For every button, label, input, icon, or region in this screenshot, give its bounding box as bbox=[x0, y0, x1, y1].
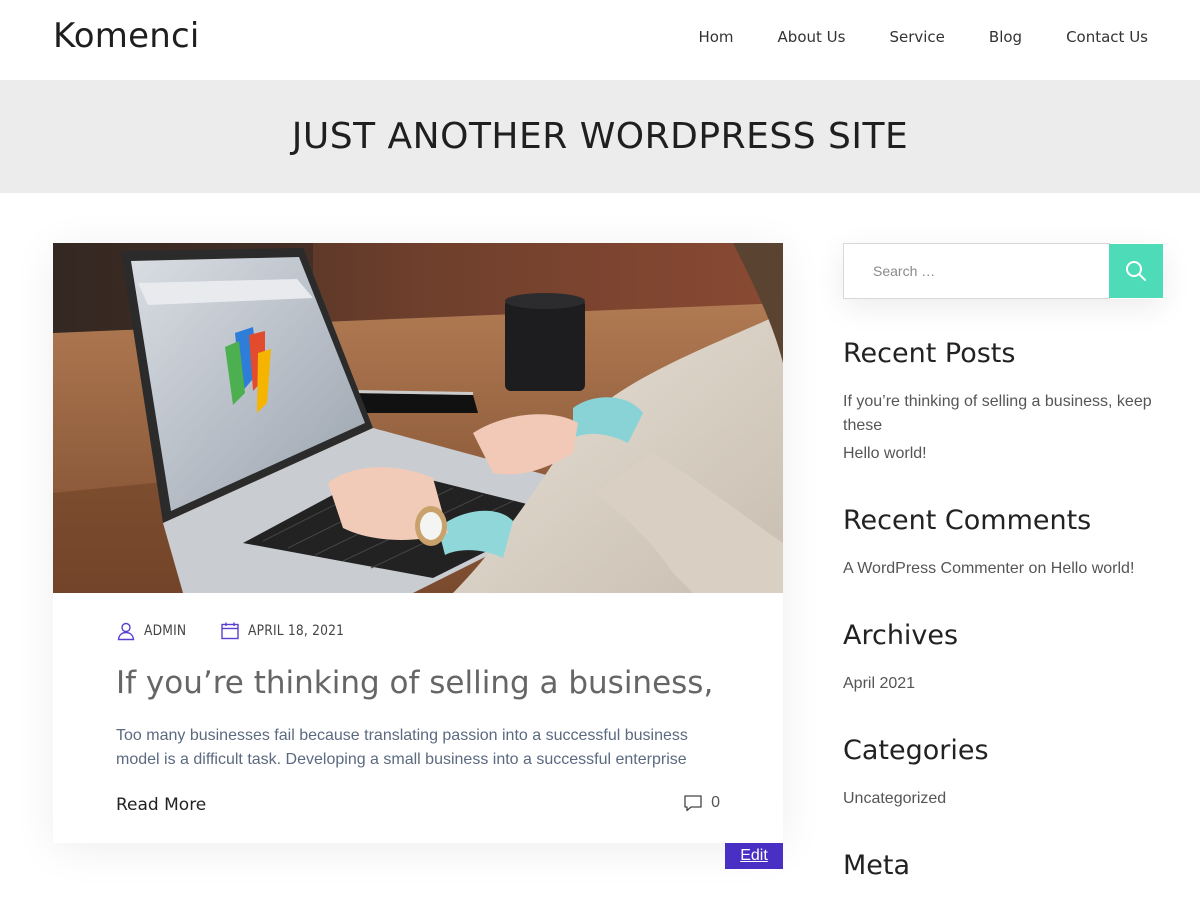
comment-author-link[interactable]: A WordPress Commenter bbox=[843, 560, 1024, 577]
post-meta: ADMIN APRIL 18, 2021 bbox=[116, 621, 385, 641]
recent-comments-title: Recent Comments bbox=[843, 505, 1092, 536]
category-link-uncategorized[interactable]: Uncategorized bbox=[843, 790, 946, 807]
post-author[interactable]: ADMIN bbox=[116, 621, 192, 641]
banner-title: JUST ANOTHER WORDPRESS SITE bbox=[291, 116, 909, 157]
post-author-name[interactable]: ADMIN bbox=[144, 623, 186, 639]
meta-title: Meta bbox=[843, 850, 911, 881]
nav-item-about-us[interactable]: About Us bbox=[778, 28, 846, 46]
search-icon bbox=[1126, 261, 1146, 281]
edit-post-button[interactable]: Edit bbox=[725, 843, 783, 869]
category-item[interactable]: Uncategorized bbox=[843, 787, 946, 811]
archive-link-april-2021[interactable]: April 2021 bbox=[843, 675, 915, 692]
recent-posts-title: Recent Posts bbox=[843, 338, 1016, 369]
site-header: Komenci Hom About Us Service Blog Contac… bbox=[0, 0, 1200, 80]
recent-post-link-2[interactable]: Hello world! bbox=[843, 445, 927, 462]
read-more-link[interactable]: Read More bbox=[116, 795, 206, 815]
archive-item[interactable]: April 2021 bbox=[843, 672, 915, 696]
search-button[interactable] bbox=[1109, 244, 1163, 298]
nav-item-service[interactable]: Service bbox=[889, 28, 944, 46]
recent-post-item[interactable]: If you’re thinking of selling a business… bbox=[843, 390, 1163, 438]
post-comments[interactable]: 0 bbox=[683, 794, 720, 812]
page-banner: JUST ANOTHER WORDPRESS SITE bbox=[0, 80, 1200, 193]
post-title[interactable]: If you’re thinking of selling a business… bbox=[116, 665, 713, 701]
search-input[interactable] bbox=[843, 243, 1110, 299]
user-icon bbox=[117, 622, 135, 641]
post-excerpt: Too many businesses fail because transla… bbox=[116, 727, 688, 768]
recent-post-link-1[interactable]: If you’re thinking of selling a business… bbox=[843, 393, 1152, 434]
search-form bbox=[843, 243, 1163, 299]
comment-icon bbox=[684, 795, 702, 812]
nav-item-blog[interactable]: Blog bbox=[989, 28, 1022, 46]
comment-on-text: on bbox=[1028, 560, 1047, 577]
nav-item-contact-us[interactable]: Contact Us bbox=[1066, 28, 1148, 46]
archives-title: Archives bbox=[843, 620, 959, 651]
comment-post-link[interactable]: Hello world! bbox=[1051, 560, 1135, 577]
laptop-photo-illustration bbox=[53, 243, 783, 593]
post-featured-image[interactable] bbox=[53, 243, 783, 593]
post-card: ADMIN APRIL 18, 2021 If you’re thinking … bbox=[53, 243, 783, 843]
comment-count: 0 bbox=[711, 794, 720, 811]
categories-title: Categories bbox=[843, 735, 989, 766]
recent-comment-item: A WordPress Commenter on Hello world! bbox=[843, 557, 1134, 581]
nav-item-home[interactable]: Hom bbox=[698, 28, 733, 46]
site-title[interactable]: Komenci bbox=[53, 16, 200, 56]
main-nav: Hom About Us Service Blog Contact Us bbox=[698, 28, 1148, 46]
recent-post-item[interactable]: Hello world! bbox=[843, 442, 927, 466]
post-date[interactable]: APRIL 18, 2021 bbox=[220, 621, 357, 641]
calendar-icon bbox=[221, 622, 239, 640]
post-date-text[interactable]: APRIL 18, 2021 bbox=[248, 623, 344, 639]
